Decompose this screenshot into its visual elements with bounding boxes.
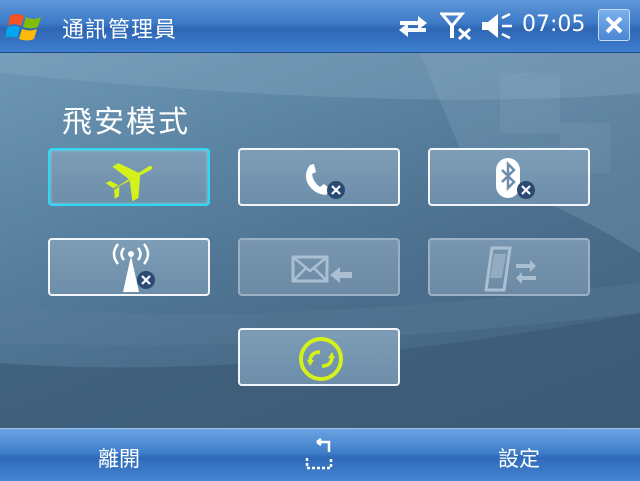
sync-toggle[interactable]	[238, 328, 400, 386]
close-icon	[605, 16, 623, 34]
phone-toggle[interactable]	[238, 148, 400, 206]
title-bar: 通訊管理員 07:05	[0, 0, 640, 53]
windows-flag-icon[interactable]	[6, 8, 46, 44]
settings-softkey[interactable]: 設定	[498, 443, 540, 473]
direct-push-icon	[291, 255, 352, 283]
phone-off-icon	[305, 164, 345, 199]
clock[interactable]: 07:05	[522, 12, 585, 37]
bluetooth-toggle[interactable]	[428, 148, 590, 206]
airplane-mode-toggle[interactable]	[48, 148, 210, 206]
keyboard-sip-icon[interactable]	[303, 438, 337, 472]
bluetooth-off-icon	[496, 158, 535, 199]
wireless-toggle[interactable]	[48, 238, 210, 296]
comm-manager-panel: 飛安模式	[0, 53, 640, 428]
wireless-off-icon	[112, 243, 155, 292]
softkey-bar: 離開 設定	[0, 428, 640, 481]
volume-muted-icon[interactable]	[480, 12, 514, 40]
exit-softkey[interactable]: 離開	[98, 443, 140, 473]
direct-push-toggle[interactable]	[238, 238, 400, 296]
app-title: 通訊管理員	[62, 18, 178, 43]
page-heading: 飛安模式	[62, 105, 190, 140]
close-button[interactable]	[598, 9, 630, 41]
activesync-device-icon	[484, 246, 536, 292]
connectivity-arrows-icon[interactable]	[396, 12, 430, 40]
signal-off-icon[interactable]	[440, 12, 474, 40]
sync-icon	[299, 337, 343, 381]
activesync-toggle[interactable]	[428, 238, 590, 296]
airplane-icon	[105, 163, 153, 202]
